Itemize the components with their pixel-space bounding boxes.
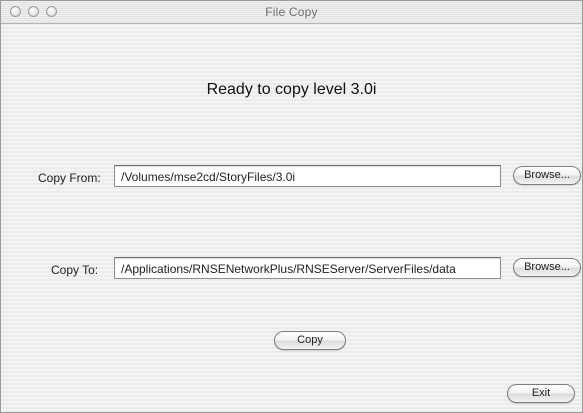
exit-button[interactable]: Exit xyxy=(507,384,575,403)
copy-button[interactable]: Copy xyxy=(274,331,346,350)
copy-to-browse-button[interactable]: Browse... xyxy=(513,258,581,277)
copy-from-browse-button[interactable]: Browse... xyxy=(513,166,581,185)
copy-to-field[interactable]: /Applications/RNSENetworkPlus/RNSEServer… xyxy=(114,257,501,279)
file-copy-window: File Copy Ready to copy level 3.0i Copy … xyxy=(0,0,583,413)
window-title: File Copy xyxy=(265,5,318,19)
title-bar[interactable]: File Copy xyxy=(1,1,582,24)
copy-from-label: Copy From: xyxy=(38,171,101,185)
copy-to-label: Copy To: xyxy=(51,263,99,277)
status-heading: Ready to copy level 3.0i xyxy=(206,81,377,98)
copy-from-field[interactable]: /Volumes/mse2cd/StoryFiles/3.0i xyxy=(114,165,501,187)
